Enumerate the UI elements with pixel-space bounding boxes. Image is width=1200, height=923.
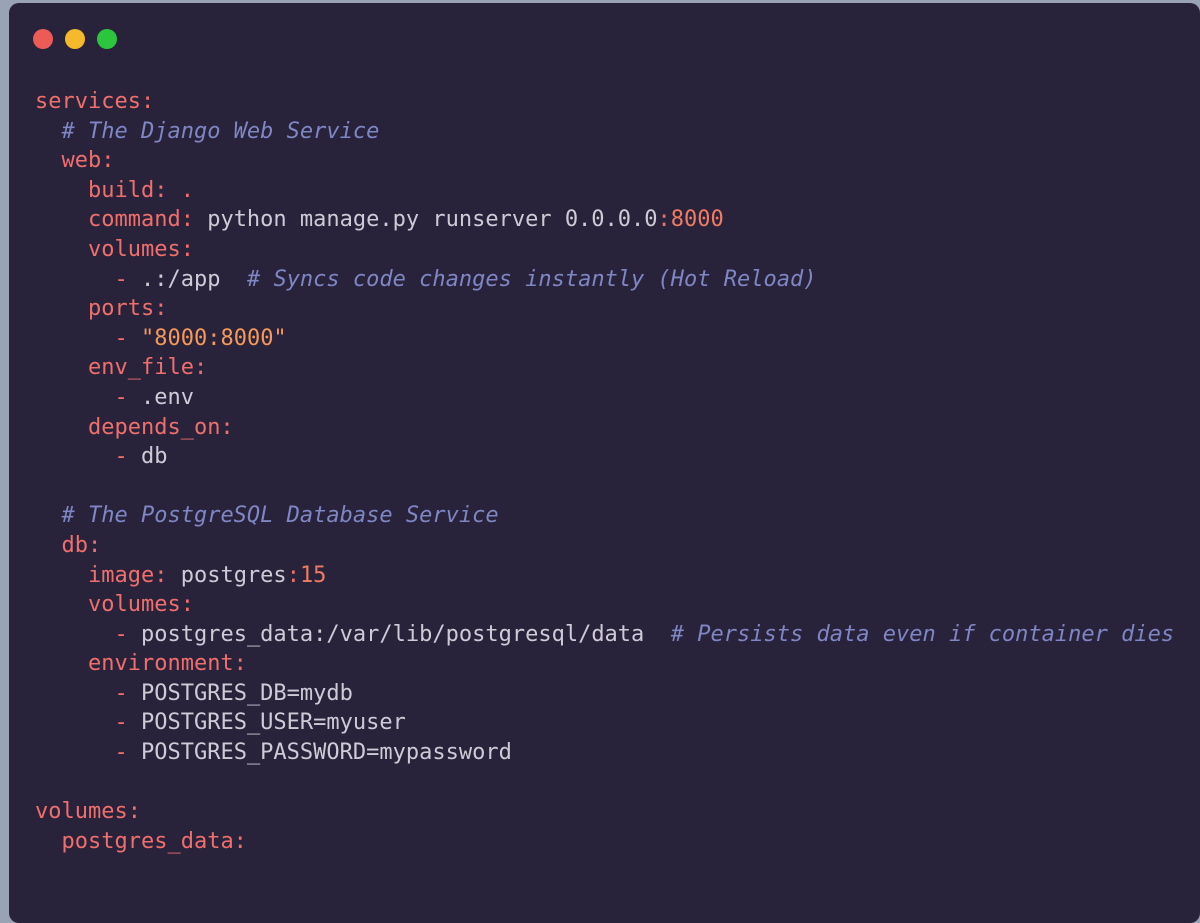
code-token-comment: # Syncs code changes instantly (Hot Relo… (246, 266, 817, 292)
code-token-key: - (114, 444, 128, 470)
code-line: build: . (35, 176, 1174, 206)
code-line: # The PostgreSQL Database Service (35, 501, 1174, 531)
code-token-key: : (657, 207, 671, 233)
code-token-comment: # The Django Web Service (61, 118, 380, 144)
code-line: web: (35, 146, 1174, 176)
code-window: services: # The Django Web Service web: … (9, 3, 1200, 923)
code-line: image: postgres:15 (35, 561, 1174, 591)
code-line: services: (35, 87, 1174, 117)
code-token-num: 15 (299, 562, 327, 588)
code-line: volumes: (35, 235, 1174, 265)
code-token-plain: POSTGRES_PASSWORD=mypassword (127, 740, 512, 766)
code-line: command: python manage.py runserver 0.0.… (35, 205, 1174, 235)
maximize-dot-icon[interactable] (97, 29, 117, 49)
code-token-plain: POSTGRES_DB=mydb (127, 680, 353, 706)
code-token-key: - (114, 680, 128, 706)
code-token-key: command: (87, 207, 194, 233)
code-token-comment: # Persists data even if container dies (670, 621, 1175, 647)
code-line: - .:/app # Syncs code changes instantly … (35, 265, 1174, 295)
code-line: - .env (35, 383, 1174, 413)
code-line: env_file: (35, 353, 1174, 383)
code-token-key: depends_on: (87, 414, 234, 440)
close-dot-icon[interactable] (33, 29, 53, 49)
window-controls (33, 29, 117, 49)
code-token-key: services: (35, 89, 155, 114)
code-token-plain: .:/app (127, 266, 247, 292)
code-token-key: env_file: (87, 355, 208, 381)
code-line: - "8000:8000" (35, 324, 1174, 354)
code-token-num: 8000 (670, 207, 724, 233)
code-token-plain: postgres_data:/var/lib/postgresql/data (127, 621, 671, 647)
code-token-key: : (286, 562, 300, 588)
code-line: depends_on: (35, 413, 1174, 443)
code-line: - POSTGRES_DB=mydb (35, 679, 1174, 709)
code-line: # The Django Web Service (35, 117, 1174, 147)
code-token-key: ports: (87, 296, 168, 322)
code-token-key: volumes: (87, 236, 194, 262)
code-token-key: - (114, 621, 128, 647)
code-token-key: db: (61, 532, 102, 558)
code-line: db: (35, 531, 1174, 561)
code-token-key: build: . (87, 177, 194, 203)
code-token-key: web: (61, 148, 115, 174)
code-token-plain: python manage.py runserver 0.0.0.0 (193, 207, 658, 233)
code-token-plain: .env (127, 384, 194, 410)
code-token-str: "8000:8000" (140, 325, 287, 351)
code-line: - db (35, 442, 1174, 472)
code-token-key: - (114, 325, 128, 351)
code-line: environment: (35, 649, 1174, 679)
code-line: - POSTGRES_PASSWORD=mypassword (35, 738, 1174, 768)
code-line: postgres_data: (35, 827, 1174, 857)
code-line: - POSTGRES_USER=myuser (35, 708, 1174, 738)
minimize-dot-icon[interactable] (65, 29, 85, 49)
code-block: services: # The Django Web Service web: … (35, 87, 1174, 856)
code-token-key: - (114, 710, 128, 736)
code-token-key: - (114, 266, 128, 292)
code-token-plain: postgres (167, 562, 287, 588)
code-token-key: - (114, 740, 128, 766)
code-line: ports: (35, 294, 1174, 324)
code-line: volumes: (35, 590, 1174, 620)
code-token-key: image: (87, 562, 168, 588)
code-token-key: volumes: (87, 592, 194, 618)
code-token-key: - (114, 384, 128, 410)
code-token-key: volumes: (35, 799, 141, 825)
code-token-key: environment: (87, 651, 247, 677)
code-token-plain: POSTGRES_USER=myuser (127, 710, 406, 736)
code-token-plain: db (127, 444, 168, 470)
code-line: volumes: (35, 797, 1174, 827)
code-token-key: postgres_data: (61, 828, 247, 854)
code-line: - postgres_data:/var/lib/postgresql/data… (35, 620, 1174, 650)
code-token-comment: # The PostgreSQL Database Service (61, 503, 499, 529)
